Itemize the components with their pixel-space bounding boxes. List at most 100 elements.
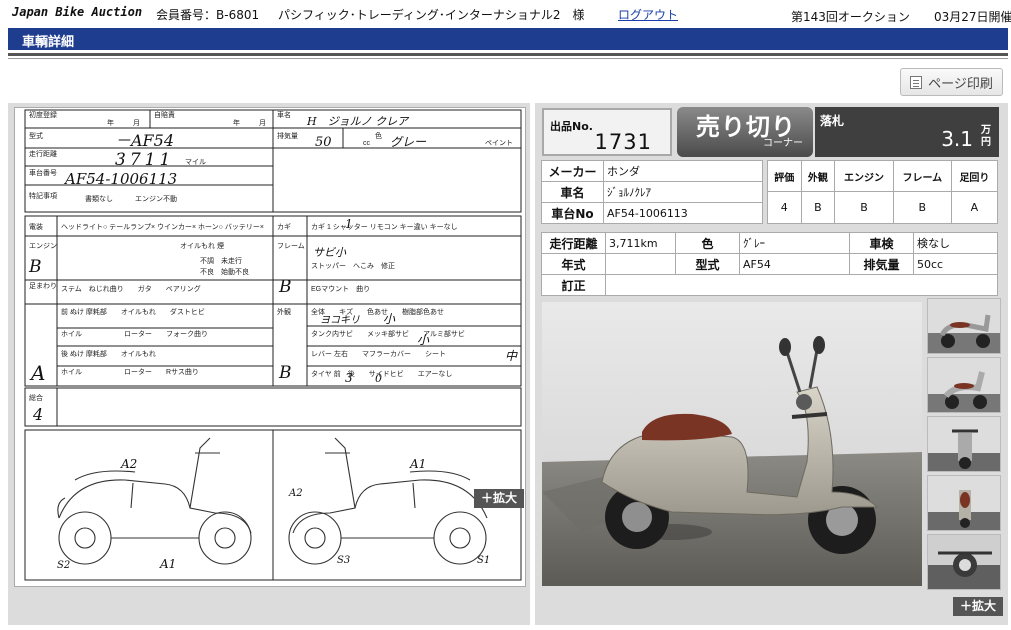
mileage-label: 走行距離 xyxy=(541,232,606,254)
detail-table: 走行距離 3,711km 色 ｸﾞﾚｰ 車検 検なし 年式 型式 AF54 排気… xyxy=(541,232,998,296)
hw-total-grade: 4 xyxy=(32,405,43,424)
hw-model: －AF54 xyxy=(115,131,174,150)
hw-s1: S1 xyxy=(477,555,490,566)
table-row: 4 B B B A xyxy=(767,191,999,224)
label-engine: エンジン xyxy=(29,243,57,250)
print-button[interactable]: ページ印刷 xyxy=(900,68,1003,96)
table-row: 年式 型式 AF54 排気量 50cc xyxy=(541,253,998,275)
hw-ext-grade: B xyxy=(278,363,292,383)
grade-engine: B xyxy=(834,191,894,224)
thumbnail-5[interactable] xyxy=(927,534,1001,590)
zoom-sheet-button[interactable]: ＋拡大 xyxy=(474,489,524,508)
top-header: Japan Bike Auction 会員番号：B-6801 パシフィック･トレ… xyxy=(8,4,1011,24)
label-total: 総合 xyxy=(29,393,43,402)
thumbnail-2[interactable] xyxy=(927,357,1001,413)
winning-bid-value: 3.1 xyxy=(941,127,973,151)
hw-frame-no: AF54-1006113 xyxy=(63,170,177,188)
winning-bid-label: 落札 xyxy=(820,114,845,128)
hw-s3: S3 xyxy=(337,555,350,566)
grade-suspension: A xyxy=(950,191,999,224)
label-suspension: 足まわり xyxy=(29,282,57,290)
table-row: 車台No AF54-1006113 xyxy=(541,202,763,224)
grade-overall: 4 xyxy=(767,191,802,224)
inspection-sheet: 初度登録 年 月 自賠責 年 月 車名 型式 排気量 cc 色 ペイント 走行距… xyxy=(14,107,526,587)
label-exterior: 外観 xyxy=(277,307,291,316)
correction-label: 訂正 xyxy=(541,274,606,296)
hw-a2-left: A2 xyxy=(120,457,137,471)
color-value: ｸﾞﾚｰ xyxy=(739,232,850,254)
label-cc: cc xyxy=(363,140,371,147)
thumbnail-4[interactable] xyxy=(927,475,1001,531)
car-name-label: 車名 xyxy=(541,181,604,203)
label-displacement: 排気量 xyxy=(277,131,298,140)
hw-wear-1b: 小 xyxy=(417,333,430,347)
label-mile: マイル xyxy=(185,158,206,166)
color-label: 色 xyxy=(675,232,740,254)
hw-a1-left: A1 xyxy=(159,557,176,571)
label-exterior-3: レバー 左右 マフラーカバー シート xyxy=(311,349,446,358)
thumbnail-3[interactable] xyxy=(927,416,1001,472)
label-month: 月 xyxy=(133,119,140,127)
grade-header-suspension: 足回り xyxy=(950,160,999,192)
label-engine-items3: 不良 始動不良 xyxy=(200,267,249,276)
scooter-diagram-right xyxy=(288,437,488,565)
table-row: 走行距離 3,711km 色 ｸﾞﾚｰ 車検 検なし xyxy=(541,232,998,254)
label-key: カギ xyxy=(277,223,291,231)
unit-man: 万 xyxy=(981,125,991,136)
table-row: 訂正 xyxy=(541,274,998,296)
grade-header-exterior: 外観 xyxy=(800,160,836,192)
table-row: 評価 外観 エンジン フレーム 足回り xyxy=(767,160,999,192)
zoom-photo-button[interactable]: ＋拡大 xyxy=(953,597,1003,616)
hw-frame-note: サビ小 xyxy=(313,246,347,259)
main-vehicle-photo[interactable] xyxy=(542,302,922,586)
label-eg-mount: EGマウント 曲り xyxy=(311,284,370,293)
label-frame: フレーム xyxy=(277,242,305,250)
member-number: 会員番号：B-6801 xyxy=(156,8,260,22)
divider xyxy=(8,58,1008,59)
hw-mileage: 3711 xyxy=(115,150,174,170)
auction-number: 第143回オークション xyxy=(791,10,910,24)
inspection-value: 検なし xyxy=(913,232,998,254)
label-frame-items: ストッパー へこみ 修正 xyxy=(311,261,395,270)
thumbnail-strip xyxy=(927,298,1001,593)
grade-header-overall: 評価 xyxy=(767,160,802,192)
model-value: AF54 xyxy=(739,253,850,275)
lot-number-box: 出品No. 1731 xyxy=(542,108,672,156)
displacement-label: 排気量 xyxy=(849,253,914,275)
hw-tire-rear: 0 xyxy=(375,372,382,385)
label-mileage: 走行距離 xyxy=(29,149,57,158)
grade-exterior: B xyxy=(800,191,836,224)
hw-cc: 50 xyxy=(315,135,332,150)
table-row: メーカー ホンダ xyxy=(541,160,763,182)
hw-scratch: ヨコキリ xyxy=(320,315,360,326)
label-car-name: 車名 xyxy=(277,110,291,119)
page-title: 車輌詳細 xyxy=(8,28,1008,50)
thumbnail-1[interactable] xyxy=(927,298,1001,354)
grade-frame: B xyxy=(892,191,952,224)
label-year: 年 xyxy=(107,118,114,127)
label-suspension-items: ステム ねじれ曲り ガタ ベアリング xyxy=(61,284,201,293)
maker-value: ホンダ xyxy=(603,160,763,182)
year-label: 年式 xyxy=(541,253,606,275)
label-engine-items2: 不調 未走行 xyxy=(200,256,242,265)
logout-link[interactable]: ログアウト xyxy=(618,6,678,23)
lot-number: 1731 xyxy=(594,130,652,154)
label-first-reg: 初度登録 xyxy=(29,110,57,119)
hw-color: グレー xyxy=(390,135,427,149)
model-label: 型式 xyxy=(675,253,740,275)
hw-tire-front: 3 xyxy=(345,371,353,385)
divider xyxy=(8,53,1008,56)
label-month: 月 xyxy=(259,119,266,127)
hw-car-name: H ジョルノ クレア xyxy=(306,115,410,128)
label-color: 色 xyxy=(375,131,382,140)
inspection-label: 車検 xyxy=(849,232,914,254)
scooter-diagram-left xyxy=(57,437,252,565)
label-exterior-2: タンク内サビ メッキ部サビ アルミ部サビ xyxy=(311,329,465,338)
frame-no-label: 車台No xyxy=(541,202,604,224)
label-notes: 特記事項 xyxy=(29,191,57,200)
label-electric: 電装 xyxy=(29,222,43,231)
sold-subtitle: コーナー xyxy=(763,138,803,149)
hw-a2-right: A2 xyxy=(288,488,303,499)
frame-no-value: AF54-1006113 xyxy=(603,202,763,224)
basic-info-table: メーカー ホンダ 車名 ｼﾞｮﾙﾉｸﾚｱ 車台No AF54-1006113 xyxy=(541,160,763,224)
